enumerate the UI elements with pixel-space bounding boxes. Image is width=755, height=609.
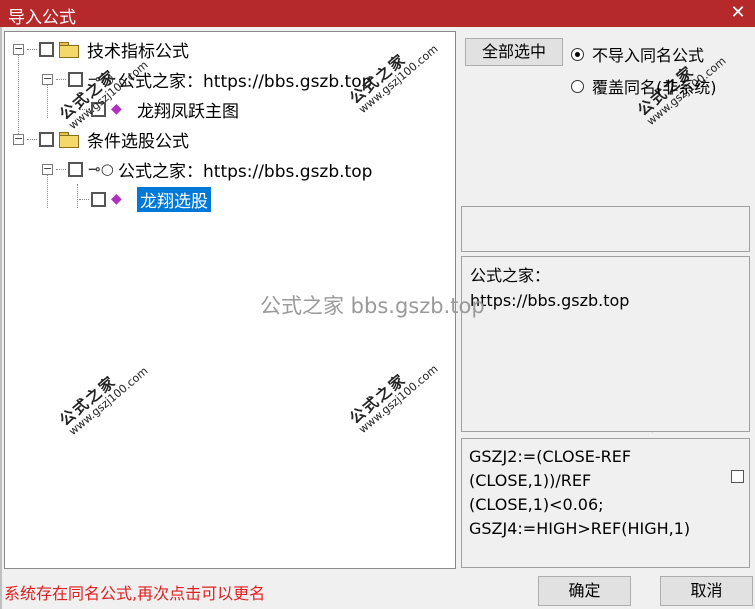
formula-tree[interactable]: − 技术指标公式 − ⊸○ 公式之家：https://bbs.gszb.top … <box>4 31 456 569</box>
collapse-icon[interactable]: − <box>42 163 53 175</box>
formula-info-panel: 公式之家： https://bbs.gszb.top <box>461 256 750 432</box>
window-title: 导入公式 <box>8 8 76 28</box>
tree-node-stock-selection[interactable]: − 条件选股公式 <box>13 126 189 152</box>
code-text: GSZJ2:=(CLOSE-REF (CLOSE,1))/REF (CLOSE,… <box>469 447 691 538</box>
tree-dash <box>56 78 66 80</box>
tree-node-tech-indicators[interactable]: − 技术指标公式 <box>13 36 189 62</box>
tree-node-label: 龙翔凤跃主图 <box>137 101 239 122</box>
tree-node-site-1[interactable]: − ⊸○ 公式之家：https://bbs.gszb.top <box>42 66 372 92</box>
formula-gem-icon: ◆ <box>111 191 122 207</box>
info-text: 公式之家： https://bbs.gszb.top <box>470 266 630 310</box>
formula-gem-icon: ◆ <box>111 101 122 117</box>
tree-node-formula-main[interactable]: ◆ 龙翔凤跃主图 <box>79 96 239 122</box>
tree-checkbox[interactable] <box>91 191 106 207</box>
tree-node-label: 公式之家：https://bbs.gszb.top <box>118 71 373 92</box>
status-message: 系统存在同名公式,再次点击可以更名 <box>4 584 266 603</box>
tree-checkbox[interactable] <box>68 161 83 177</box>
folder-icon <box>59 41 79 58</box>
title-bar: 导入公式 ✕ <box>0 0 755 28</box>
radio-button[interactable] <box>571 47 584 61</box>
tree-checkbox[interactable] <box>39 131 54 147</box>
tree-node-label-selected: 龙翔选股 <box>137 186 211 212</box>
empty-field[interactable] <box>461 206 750 252</box>
tree-node-formula-selection[interactable]: ◆ 龙翔选股 <box>79 186 211 212</box>
code-panel-checkbox[interactable] <box>731 470 744 483</box>
tree-dash <box>27 48 37 50</box>
tree-checkbox[interactable] <box>91 101 106 117</box>
tree-node-label: 条件选股公式 <box>87 131 189 152</box>
tree-line <box>77 184 78 208</box>
collapse-icon[interactable]: − <box>13 133 24 145</box>
tree-dash <box>56 168 66 170</box>
collapse-icon[interactable]: − <box>42 73 53 85</box>
tree-dash <box>27 138 37 140</box>
tree-dash <box>79 198 89 200</box>
tree-checkbox[interactable] <box>68 71 83 87</box>
cancel-button[interactable]: 取消 <box>660 576 753 606</box>
radio-button[interactable] <box>571 79 584 93</box>
close-icon[interactable]: ✕ <box>727 2 749 24</box>
tree-dash <box>79 108 89 110</box>
window-left-edge <box>0 27 2 609</box>
radio-overwrite[interactable]: 覆盖同名(非系统) <box>571 74 717 98</box>
formula-code-panel[interactable]: GSZJ2:=(CLOSE-REF (CLOSE,1))/REF (CLOSE,… <box>461 438 750 568</box>
radio-label: 不导入同名公式 <box>592 46 705 65</box>
tree-node-label: 公式之家：https://bbs.gszb.top <box>118 161 373 182</box>
folder-icon <box>59 131 79 148</box>
tree-node-site-2[interactable]: − ⊸○ 公式之家：https://bbs.gszb.top <box>42 156 372 182</box>
tree-node-label: 技术指标公式 <box>87 41 189 62</box>
radio-label: 覆盖同名(非系统) <box>592 78 717 97</box>
select-all-button[interactable]: 全部选中 <box>465 38 563 66</box>
ok-button[interactable]: 确定 <box>538 576 631 606</box>
collapse-icon[interactable]: − <box>13 43 24 55</box>
tree-checkbox[interactable] <box>39 41 54 57</box>
key-icon: ⊸○ <box>88 160 114 178</box>
key-icon: ⊸○ <box>88 70 114 88</box>
radio-no-import[interactable]: 不导入同名公式 <box>571 42 704 66</box>
